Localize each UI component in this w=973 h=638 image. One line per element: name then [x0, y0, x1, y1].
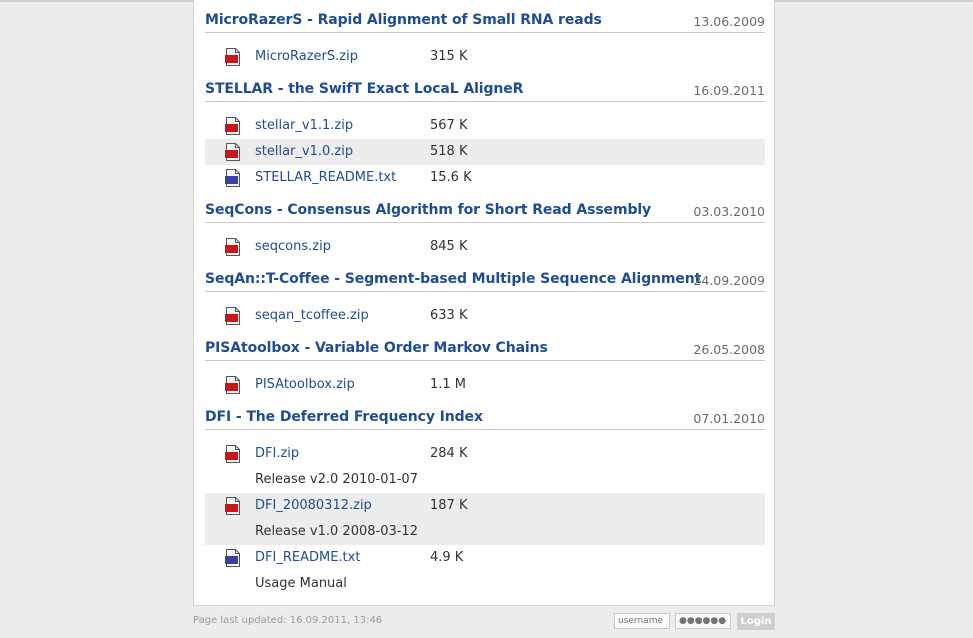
file-row: seqan_tcoffee.zip 633 K — [205, 303, 765, 329]
section-date: 13.06.2009 — [693, 14, 765, 29]
download-section-microrazers: MicroRazerS - Rapid Alignment of Small R… — [205, 10, 765, 66]
file-row: DFI_20080312.zip 187 K Release v1.0 2008… — [205, 493, 765, 545]
download-section-pisatoolbox: PISAtoolbox - Variable Order Markov Chai… — [205, 338, 765, 394]
file-size: 284 K — [430, 446, 468, 461]
last-updated-text: Page last updated: 16.09.2011, 13:46 — [193, 615, 383, 626]
file-row: stellar_v1.1.zip 567 K — [205, 113, 765, 139]
section-date: 07.01.2010 — [693, 411, 765, 426]
file-size: 4.9 K — [430, 550, 464, 565]
zip-file-icon — [225, 307, 241, 325]
section-header: DFI - The Deferred Frequency Index 07.01… — [205, 407, 765, 430]
section-title[interactable]: MicroRazerS - Rapid Alignment of Small R… — [205, 12, 602, 28]
section-title[interactable]: PISAtoolbox - Variable Order Markov Chai… — [205, 340, 548, 356]
downloads-panel: MicroRazerS - Rapid Alignment of Small R… — [193, 0, 775, 606]
zip-file-icon — [225, 376, 241, 394]
txt-file-icon — [225, 169, 241, 187]
section-header: STELLAR - the SwifT Exact LocaL AligneR … — [205, 79, 765, 102]
file-size: 15.6 K — [430, 170, 472, 185]
file-size: 845 K — [430, 239, 468, 254]
zip-file-icon — [225, 143, 241, 161]
file-row: DFI.zip 284 K Release v2.0 2010-01-07 — [205, 441, 765, 493]
file-note: Usage Manual — [255, 576, 347, 591]
file-row: MicroRazerS.zip 315 K — [205, 44, 765, 70]
file-row: PISAtoolbox.zip 1.1 M — [205, 372, 765, 398]
section-date: 03.03.2010 — [693, 204, 765, 219]
section-header: SeqCons - Consensus Algorithm for Short … — [205, 200, 765, 223]
zip-file-icon — [225, 48, 241, 66]
file-size: 567 K — [430, 118, 468, 133]
file-link[interactable]: seqan_tcoffee.zip — [255, 308, 369, 323]
section-title[interactable]: DFI - The Deferred Frequency Index — [205, 409, 483, 425]
file-size: 633 K — [430, 308, 468, 323]
file-size: 518 K — [430, 144, 468, 159]
file-link[interactable]: DFI_20080312.zip — [255, 498, 372, 513]
zip-file-icon — [225, 497, 241, 515]
file-link[interactable]: stellar_v1.1.zip — [255, 118, 353, 133]
section-header: PISAtoolbox - Variable Order Markov Chai… — [205, 338, 765, 361]
section-date: 16.09.2011 — [693, 83, 765, 98]
section-date: 24.09.2009 — [693, 273, 765, 288]
file-link[interactable]: DFI.zip — [255, 446, 299, 461]
username-input[interactable] — [614, 613, 670, 629]
file-note: Release v1.0 2008-03-12 — [255, 524, 418, 539]
file-link[interactable]: seqcons.zip — [255, 239, 331, 254]
file-size: 315 K — [430, 49, 468, 64]
section-title[interactable]: SeqAn::T-Coffee - Segment-based Multiple… — [205, 271, 701, 287]
download-section-seqcons: SeqCons - Consensus Algorithm for Short … — [205, 200, 765, 256]
zip-file-icon — [225, 238, 241, 256]
file-link[interactable]: PISAtoolbox.zip — [255, 377, 355, 392]
file-row: DFI_README.txt 4.9 K Usage Manual — [205, 545, 765, 597]
password-input[interactable] — [675, 613, 731, 629]
zip-file-icon — [225, 117, 241, 135]
file-link[interactable]: DFI_README.txt — [255, 550, 360, 565]
file-link[interactable]: stellar_v1.0.zip — [255, 144, 353, 159]
file-row: stellar_v1.0.zip 518 K — [205, 139, 765, 165]
file-row: STELLAR_README.txt 15.6 K — [205, 165, 765, 191]
file-row: seqcons.zip 845 K — [205, 234, 765, 260]
section-header: MicroRazerS - Rapid Alignment of Small R… — [205, 10, 765, 33]
section-header: SeqAn::T-Coffee - Segment-based Multiple… — [205, 269, 765, 292]
section-title[interactable]: SeqCons - Consensus Algorithm for Short … — [205, 202, 651, 218]
txt-file-icon — [225, 549, 241, 567]
login-button[interactable]: Login — [737, 613, 775, 630]
download-section-stellar: STELLAR - the SwifT Exact LocaL AligneR … — [205, 79, 765, 187]
zip-file-icon — [225, 445, 241, 463]
file-link[interactable]: MicroRazerS.zip — [255, 49, 358, 64]
download-section-dfi: DFI - The Deferred Frequency Index 07.01… — [205, 407, 765, 591]
file-size: 187 K — [430, 498, 468, 513]
file-size: 1.1 M — [430, 377, 467, 392]
download-section-seqan-tcoffee: SeqAn::T-Coffee - Segment-based Multiple… — [205, 269, 765, 325]
section-date: 26.05.2008 — [693, 342, 765, 357]
file-link[interactable]: STELLAR_README.txt — [255, 170, 396, 185]
section-title[interactable]: STELLAR - the SwifT Exact LocaL AligneR — [205, 81, 523, 97]
file-note: Release v2.0 2010-01-07 — [255, 472, 418, 487]
